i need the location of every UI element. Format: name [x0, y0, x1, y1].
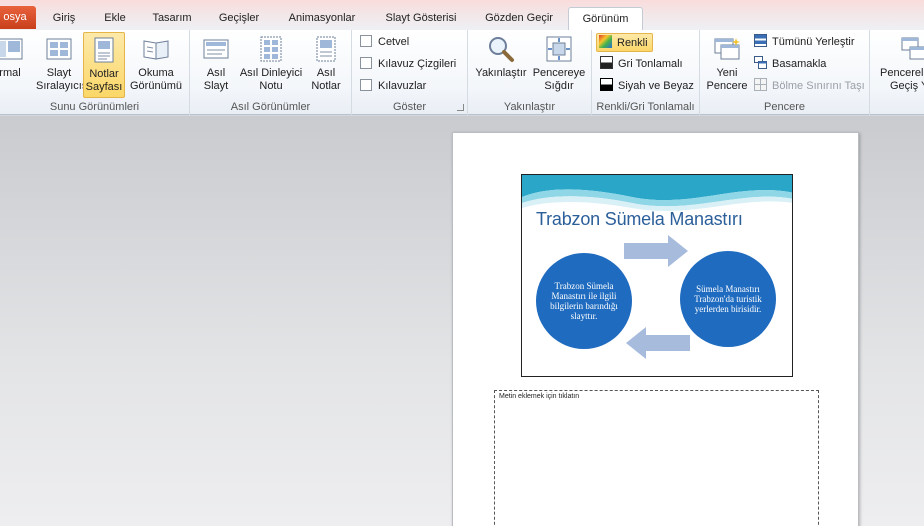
tab-home[interactable]: Giriş	[44, 7, 84, 31]
tab-insert[interactable]: Ekle	[96, 7, 134, 31]
ruler-label: Cetvel	[378, 36, 410, 48]
slide-sorter-icon	[46, 38, 72, 60]
right-circle: Sümela Manastırı Trabzon'da turistik yer…	[680, 251, 776, 347]
new-window-button[interactable]: Yeni Pencere	[706, 32, 748, 98]
group-presentation-views: rmal Slayt Sıralayıcısı Notlar Sayfası Oku…	[0, 30, 190, 115]
grayscale-button[interactable]: Gri Tonlamalı	[600, 55, 683, 74]
slide-master-icon	[203, 39, 229, 59]
move-split-button[interactable]: Bölme Sınırını Taşı	[754, 77, 865, 96]
fit-to-window-label: Pencereye Sığdır	[532, 67, 586, 92]
gridlines-checkbox[interactable]: Kılavuz Çizgileri	[360, 55, 456, 74]
fit-to-window-icon	[546, 36, 572, 62]
normal-view-label: rmal	[0, 67, 21, 79]
ribbon-tab-strip: osya Giriş Ekle Tasarım Geçişler Animasy…	[0, 0, 924, 32]
grayscale-icon	[600, 56, 613, 69]
switch-windows-button[interactable]: PencerelGeçiş Ya	[876, 32, 924, 98]
slide-master-label: Asıl Slayt	[203, 67, 229, 92]
move-split-label: Bölme Sınırını Taşı	[772, 80, 865, 92]
gridlines-check-box[interactable]	[360, 57, 372, 69]
notes-page-label: Notlar Sayfası	[85, 68, 123, 93]
notes-placeholder-box[interactable]: Metin eklemek için tıklatın	[494, 390, 819, 526]
arrange-all-button[interactable]: Tümünü Yerleştir	[754, 33, 855, 52]
notes-placeholder-text: Metin eklemek için tıklatın	[499, 393, 580, 400]
handout-master-icon	[260, 36, 282, 62]
slide-master-button[interactable]: Asıl Slayt	[196, 32, 236, 98]
group-label-color-grayscale: Renkli/Gri Tonlamalı	[596, 101, 695, 113]
cascade-button[interactable]: Basamakla	[754, 55, 826, 74]
notes-master-icon	[316, 36, 336, 62]
group-label-presentation-views: Sunu Görünümleri	[49, 101, 140, 113]
normal-view-button[interactable]: rmal	[0, 32, 26, 98]
group-color-grayscale: Renkli Gri Tonlamalı Siyah ve Beyaz Renk…	[592, 30, 700, 115]
group-switch-windows: PencerelGeçiş Ya	[870, 30, 924, 115]
cascade-label: Basamakla	[772, 58, 827, 70]
new-window-icon	[714, 38, 740, 60]
zoom-button[interactable]: Yakınlaştır	[472, 32, 530, 98]
slide-thumbnail[interactable]: Trabzon Sümela Manastırı Trabzon Sümela …	[521, 174, 793, 377]
color-palette-icon	[599, 35, 612, 48]
notes-page-icon	[94, 37, 114, 63]
notes-page-workspace[interactable]: Trabzon Sümela Manastırı Trabzon Sümela …	[0, 116, 924, 526]
color-button[interactable]: Renkli	[596, 33, 653, 52]
arrow-left-graphic	[626, 327, 690, 359]
notes-page-button[interactable]: Notlar Sayfası	[83, 32, 125, 98]
group-label-window: Pencere	[764, 101, 805, 113]
switch-windows-label: PencerelGeçiş Ya	[880, 67, 924, 92]
guides-check-box[interactable]	[360, 79, 372, 91]
normal-view-icon	[0, 38, 23, 60]
handout-master-label: Asıl Dinleyici Notu	[239, 67, 303, 92]
notes-master-label: Asıl Notlar	[311, 67, 341, 92]
cascade-icon	[754, 56, 767, 69]
tab-review[interactable]: Gözden Geçir	[476, 7, 562, 31]
ruler-check-box[interactable]	[360, 35, 372, 47]
right-circle-text: Sümela Manastırı Trabzon'da turistik yer…	[694, 284, 762, 314]
black-white-label: Siyah ve Beyaz	[618, 80, 694, 92]
guides-checkbox[interactable]: Kılavuzlar	[360, 77, 426, 96]
left-circle: Trabzon Sümela Manastırı ile ilgili bilg…	[536, 253, 632, 349]
tab-view[interactable]: Görünüm	[568, 7, 643, 32]
group-label-master-views: Asıl Görünümler	[230, 101, 311, 113]
grayscale-label: Gri Tonlamalı	[618, 58, 683, 70]
arrow-right-graphic	[624, 235, 688, 267]
black-white-button[interactable]: Siyah ve Beyaz	[600, 77, 694, 96]
group-master-views: Asıl Slayt Asıl Dinleyici Notu Asıl Notlar …	[190, 30, 352, 115]
group-show: Cetvel Kılavuz Çizgileri Kılavuzlar Göst…	[352, 30, 468, 115]
left-circle-text: Trabzon Sümela Manastırı ile ilgili bilg…	[550, 281, 618, 321]
arrange-all-icon	[754, 34, 767, 47]
arrange-all-label: Tümünü Yerleştir	[772, 36, 855, 48]
reading-view-icon	[143, 40, 169, 60]
tab-design[interactable]: Tasarım	[145, 7, 199, 31]
ribbon: rmal Slayt Sıralayıcısı Notlar Sayfası Oku…	[0, 30, 924, 115]
ruler-checkbox[interactable]: Cetvel	[360, 33, 409, 52]
guides-label: Kılavuzlar	[378, 80, 427, 92]
tab-transitions[interactable]: Geçişler	[210, 7, 268, 31]
fit-to-window-button[interactable]: Pencereye Sığdır	[530, 32, 588, 98]
tab-slide-show[interactable]: Slayt Gösterisi	[376, 7, 466, 31]
new-window-label: Yeni Pencere	[706, 67, 748, 92]
move-split-icon	[754, 78, 767, 91]
magnifier-icon	[489, 37, 514, 62]
group-zoom: Yakınlaştır Pencereye Sığdır Yakınlaştır	[468, 30, 592, 115]
switch-windows-icon	[901, 37, 924, 60]
gridlines-label: Kılavuz Çizgileri	[378, 58, 457, 70]
black-white-icon	[600, 78, 613, 91]
reading-view-label: Okuma Görünümü	[130, 67, 182, 92]
tab-file[interactable]: osya	[0, 6, 36, 29]
group-label-show: Göster	[392, 101, 426, 113]
show-dialog-launcher-icon[interactable]	[457, 104, 464, 111]
slide-sorter-button[interactable]: Slayt Sıralayıcısı	[36, 32, 90, 98]
zoom-label: Yakınlaştır	[475, 67, 527, 79]
notes-master-button[interactable]: Asıl Notlar	[306, 32, 346, 98]
slide-title: Trabzon Sümela Manastırı	[536, 209, 743, 229]
handout-master-button[interactable]: Asıl Dinleyici Notu	[236, 32, 306, 98]
group-window: Yeni Pencere Tümünü Yerleştir Basamakla B…	[700, 30, 870, 115]
color-label: Renkli	[617, 37, 648, 49]
notes-page: Trabzon Sümela Manastırı Trabzon Sümela …	[452, 132, 859, 526]
tab-animations[interactable]: Animasyonlar	[280, 7, 364, 31]
reading-view-button[interactable]: Okuma Görünümü	[127, 32, 185, 98]
group-label-zoom: Yakınlaştır	[503, 101, 556, 113]
